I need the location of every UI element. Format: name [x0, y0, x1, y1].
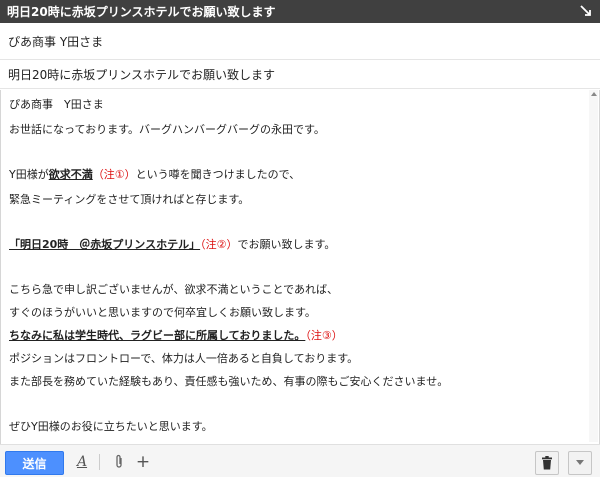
more-options-button[interactable]	[568, 451, 592, 475]
emphasis-text: ちなみに私は学生時代、ラグビー部に所属しておりました。	[9, 329, 306, 342]
body-line: ちなみに私は学生時代、ラグビー部に所属しておりました。（注③）	[9, 329, 343, 343]
window-title: 明日20時に赤坂プリンスホテルでお願い致します	[7, 5, 276, 19]
emphasis-text: 「明日20時 ＠赤坂プリンスホテル」	[9, 238, 201, 251]
annotation-mark: （注②）	[200, 238, 238, 251]
body-line: こちら急で申し訳ございませんが、欲求不満ということであれば、	[9, 283, 339, 296]
message-body[interactable]: ぴあ商事 Y田さま お世話になっております。バーグハンバーグバーグの永田です。 …	[0, 90, 600, 444]
body-line: Y田様が欲求不満（注①）という噂を聞きつけましたので、	[9, 168, 301, 181]
body-line: お世話になっております。バーグハンバーグバーグの永田です。	[9, 123, 325, 136]
body-line: ポジションはフロントローで、体力は人一倍あると自負しております。	[9, 352, 359, 365]
body-line: ぜひY田様のお役に立ちたいと思います。	[9, 420, 213, 433]
trash-icon	[542, 456, 552, 470]
divider	[99, 454, 100, 470]
formatting-icon[interactable]: A	[74, 453, 90, 471]
compose-footer: 送信 A +	[0, 444, 600, 477]
annotation-mark: （注③）	[305, 329, 343, 342]
send-button[interactable]: 送信	[5, 451, 64, 475]
plus-icon[interactable]: +	[135, 452, 151, 472]
body-line: 緊急ミーティングをさせて頂ければと存じます。	[9, 193, 250, 206]
emphasis-text: 欲求不満	[48, 168, 93, 181]
subject-field[interactable]: 明日20時に赤坂プリンスホテルでお願い致します	[0, 60, 600, 89]
scrollbar[interactable]	[589, 90, 598, 442]
subject-value: 明日20時に赤坂プリンスホテルでお願い致します	[8, 67, 276, 82]
paperclip-icon[interactable]	[111, 453, 127, 471]
restore-icon[interactable]	[578, 3, 594, 19]
body-line: ぴあ商事 Y田さま	[9, 98, 104, 111]
trash-button[interactable]	[535, 451, 559, 475]
body-line: また部長を務めていた経験もあり、責任感も強いため、有事の際もご安心くださいませ。	[9, 375, 449, 388]
recipient-value: ぴあ商事 Y田さま	[8, 34, 104, 49]
recipient-field[interactable]: ぴあ商事 Y田さま	[0, 23, 600, 60]
scroll-up-arrow-icon[interactable]	[591, 92, 597, 96]
body-line: 「明日20時 ＠赤坂プリンスホテル」（注②）でお願い致します。	[9, 238, 336, 251]
annotation-mark: （注①）	[92, 168, 136, 181]
body-line: すぐのほうがいいと思いますので何卒宜しくお願い致します。	[9, 306, 316, 319]
compose-titlebar: 明日20時に赤坂プリンスホテルでお願い致します	[0, 0, 600, 23]
chevron-down-icon	[576, 460, 584, 465]
